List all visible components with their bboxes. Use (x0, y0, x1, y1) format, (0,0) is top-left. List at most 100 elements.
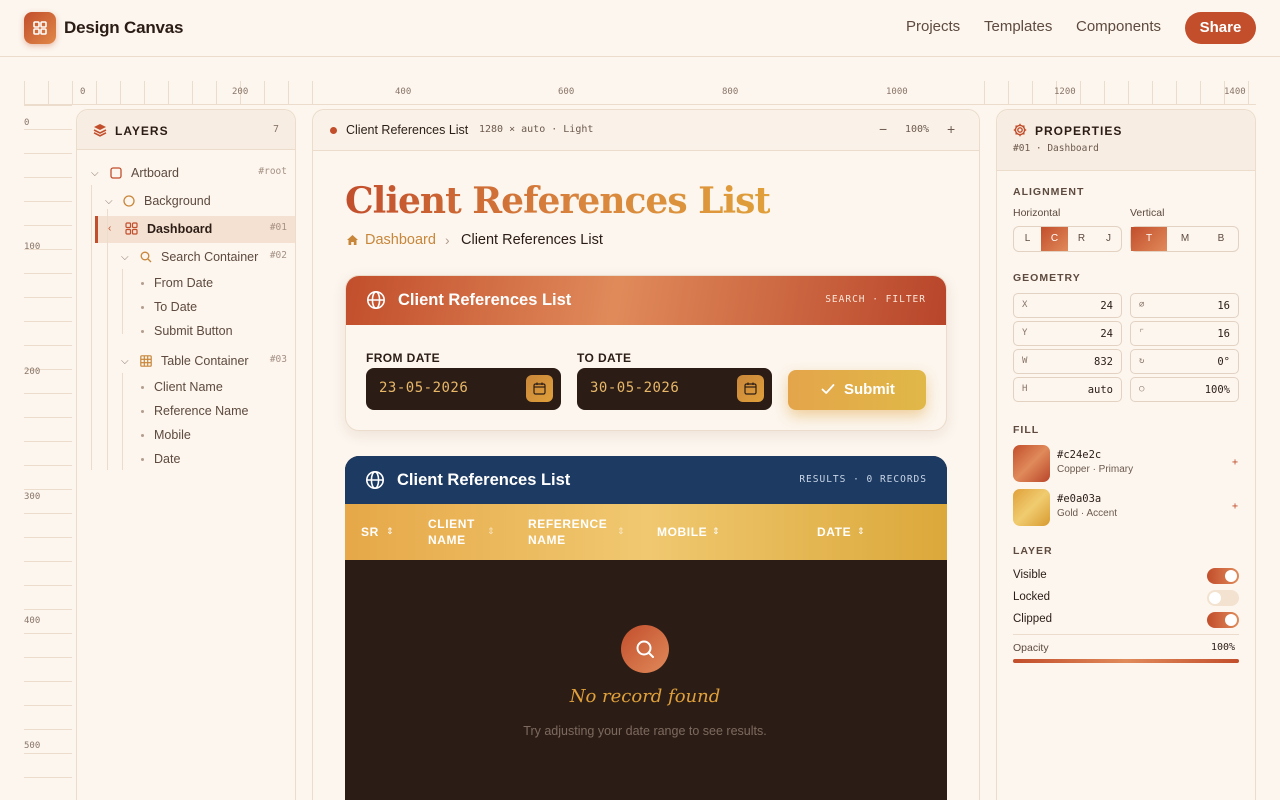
geometry-diameter-field[interactable]: ⌀ 16 (1130, 293, 1239, 318)
opacity-value: 100% (1211, 642, 1236, 653)
geometry-opacity-field[interactable]: ○ 100% (1130, 377, 1239, 402)
nav-projects[interactable]: Projects (906, 18, 960, 35)
align-justify-button[interactable]: J (1095, 227, 1122, 251)
align-top-button[interactable]: T (1131, 227, 1167, 251)
layer-artboard-id: #root (258, 166, 287, 177)
sort-icon[interactable]: ⇕ (487, 526, 495, 537)
column-header-date[interactable]: DATE (817, 524, 851, 540)
column-header-client-name[interactable]: CLIENT NAME (428, 516, 475, 548)
geometry-rotation-field[interactable]: ↻ 0° (1130, 349, 1239, 374)
add-fill-button[interactable]: + (1232, 457, 1238, 468)
from-date-input[interactable]: 23-05-2026 (366, 368, 561, 410)
chevron-down-icon[interactable]: ⌵ (121, 252, 129, 263)
fill-name: Gold · Accent (1057, 508, 1118, 519)
align-left-button[interactable]: L (1014, 227, 1041, 251)
chevron-down-icon[interactable]: ⌵ (105, 196, 113, 207)
fill-hex: #c24e2c (1057, 449, 1102, 461)
layer-submit-button[interactable]: Submit Button (154, 324, 233, 338)
horizontal-label: Horizontal (1013, 207, 1061, 219)
locked-toggle[interactable] (1207, 590, 1239, 606)
layer-dashboard[interactable]: Dashboard (147, 222, 212, 236)
gear-icon (1013, 123, 1027, 137)
submit-button[interactable]: Submit (788, 370, 926, 410)
column-header-sr[interactable]: SR (361, 524, 379, 540)
calendar-button[interactable] (526, 375, 553, 402)
visible-label: Visible (1013, 569, 1047, 581)
field-key: H (1022, 384, 1028, 394)
field-value: 0° (1217, 356, 1230, 368)
to-date-input[interactable]: 30-05-2026 (577, 368, 772, 410)
horizontal-align-control: L C R J (1013, 226, 1122, 252)
column-label: MOBILE (657, 525, 708, 539)
layer-to-date[interactable]: To Date (154, 300, 197, 314)
layer-client-name[interactable]: Client Name (154, 380, 223, 394)
status-dot (330, 127, 337, 134)
ruler-label: 1000 (886, 87, 908, 97)
field-key: ⌀ (1139, 300, 1145, 310)
sort-icon[interactable]: ⇕ (857, 526, 865, 537)
layer-search-container[interactable]: Search Container (161, 250, 258, 264)
layer-table-container[interactable]: Table Container (161, 354, 249, 368)
empty-state-subtitle: Try adjusting your date range to see res… (523, 724, 767, 738)
breadcrumb-separator: › (445, 232, 450, 248)
align-right-button[interactable]: R (1068, 227, 1095, 251)
column-label: DATE (817, 525, 852, 539)
nav-templates[interactable]: Templates (984, 18, 1052, 35)
from-date-label: FROM DATE (366, 351, 441, 365)
layer-reference-name[interactable]: Reference Name (154, 404, 249, 418)
copper-swatch[interactable] (1013, 445, 1050, 482)
sort-icon[interactable]: ⇕ (617, 526, 625, 537)
zoom-in-button[interactable]: + (947, 121, 955, 137)
breadcrumb-home[interactable]: Dashboard (365, 232, 436, 248)
align-bottom-button[interactable]: B (1203, 227, 1239, 251)
field-value: 832 (1094, 356, 1113, 368)
geometry-y-field[interactable]: Y 24 (1013, 321, 1122, 346)
home-icon (347, 235, 358, 245)
add-fill-button[interactable]: + (1232, 501, 1238, 512)
column-header-mobile[interactable]: MOBILE (657, 524, 707, 540)
sort-icon[interactable]: ⇕ (712, 526, 720, 537)
layers-count: 7 (272, 124, 279, 135)
chevron-left-icon[interactable]: ‹ (108, 223, 111, 234)
zoom-out-button[interactable]: − (879, 121, 887, 137)
search-card-tag: SEARCH · FILTER (825, 294, 926, 305)
horizontal-ruler: 0 200 400 600 800 1000 1200 1400 (24, 81, 1256, 105)
layer-from-date[interactable]: From Date (154, 276, 213, 290)
layer-date[interactable]: Date (154, 452, 180, 466)
geometry-x-field[interactable]: X 24 (1013, 293, 1122, 318)
geometry-radius-field[interactable]: ⌜ 16 (1130, 321, 1239, 346)
gold-swatch[interactable] (1013, 489, 1050, 526)
visible-toggle[interactable] (1207, 568, 1239, 584)
align-middle-button[interactable]: M (1167, 227, 1203, 251)
geometry-w-field[interactable]: W 832 (1013, 349, 1122, 374)
calendar-button[interactable] (737, 375, 764, 402)
sort-icon[interactable]: ⇕ (386, 526, 394, 537)
check-icon (821, 384, 835, 394)
layer-table-id: #03 (269, 354, 287, 365)
layer-mobile[interactable]: Mobile (154, 428, 191, 442)
field-key: ⌜ (1139, 328, 1145, 338)
chevron-down-icon[interactable]: ⌵ (121, 356, 129, 367)
app-logo[interactable] (24, 12, 56, 44)
chevron-down-icon[interactable]: ⌵ (91, 168, 99, 179)
bullet (141, 306, 144, 309)
column-label: NAME (428, 533, 466, 547)
layer-artboard[interactable]: Artboard (131, 166, 179, 180)
bullet (141, 410, 144, 413)
to-date-value: 30-05-2026 (590, 380, 680, 396)
ruler-label: 200 (24, 367, 41, 377)
share-button[interactable]: Share (1185, 12, 1256, 44)
vertical-label: Vertical (1130, 207, 1165, 219)
opacity-slider[interactable] (1013, 659, 1239, 663)
tree-guide (91, 185, 92, 470)
nav-components[interactable]: Components (1076, 18, 1161, 35)
field-value: 16 (1217, 328, 1230, 340)
column-header-reference-name[interactable]: REFERENCE NAME (528, 516, 607, 548)
page-title: Client References List (345, 180, 771, 222)
align-center-button[interactable]: C (1041, 227, 1068, 251)
layer-background[interactable]: Background (144, 194, 211, 208)
geometry-h-field[interactable]: Hauto (1013, 377, 1122, 402)
field-key: ○ (1139, 384, 1145, 394)
clipped-toggle[interactable] (1207, 612, 1239, 628)
search-icon (140, 251, 152, 263)
